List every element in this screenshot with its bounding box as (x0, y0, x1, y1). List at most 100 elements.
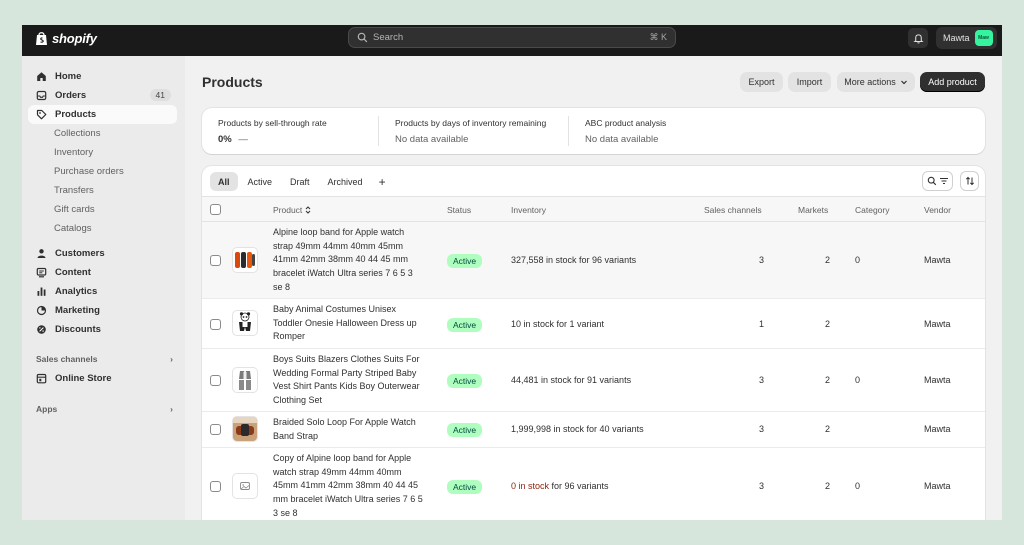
sales-channels-count: 1 (758, 319, 764, 329)
page-title: Products (202, 74, 263, 90)
product-name-link[interactable]: Braided Solo Loop For Apple Watch Band S… (273, 416, 423, 443)
search-bar[interactable]: Search ⌘ K (348, 27, 676, 48)
sales-channels-count: 3 (758, 375, 764, 385)
sidebar-item-products[interactable]: Products (28, 105, 177, 124)
table-row[interactable]: Copy of Alpine loop band for Apple watch… (202, 448, 985, 520)
export-button[interactable]: Export (740, 72, 783, 92)
divider (568, 116, 569, 146)
status-badge: Active (447, 318, 483, 332)
apps-section[interactable]: Apps › (36, 404, 173, 414)
inventory-main: for 96 variants (549, 481, 609, 491)
boys-suit-image (239, 371, 251, 390)
product-thumbnail (232, 247, 258, 273)
inventory-text: 0 in stock for 96 variants (511, 481, 609, 491)
sidebar-subitem-purchase-orders[interactable]: Purchase orders (54, 162, 124, 181)
sidebar-item-marketing[interactable]: Marketing (28, 301, 177, 320)
sidebar-item-orders[interactable]: Orders 41 (28, 86, 177, 105)
divider (378, 116, 379, 146)
search-filter-button[interactable] (922, 171, 953, 191)
sales-channels-count: 3 (758, 255, 764, 265)
product-name-link[interactable]: Baby Animal Costumes Unisex Toddler Ones… (273, 303, 423, 344)
inventory-main: 44,481 in stock for 91 variants (511, 375, 632, 385)
tab-all[interactable]: All (210, 172, 238, 191)
marketing-icon (36, 305, 47, 316)
metric-sell-through[interactable]: Products by sell-through rate 0% — (218, 118, 327, 145)
add-view-button[interactable]: + (373, 172, 392, 191)
sort-button[interactable] (960, 171, 979, 191)
sidebar-item-online-store[interactable]: Online Store (28, 369, 177, 388)
metric-days-inventory[interactable]: Products by days of inventory remaining … (395, 118, 546, 145)
metric-trend: — (238, 134, 248, 145)
column-header-product[interactable]: Product (273, 205, 312, 215)
tab-draft[interactable]: Draft (282, 172, 318, 191)
select-all-checkbox[interactable] (210, 204, 221, 215)
store-icon (36, 373, 47, 384)
sidebar-subitem-collections[interactable]: Collections (54, 124, 100, 143)
search-placeholder: Search (373, 32, 404, 43)
avatar: Maw (974, 30, 993, 46)
table-row[interactable]: Baby Animal Costumes Unisex Toddler Ones… (202, 299, 985, 349)
add-product-button[interactable]: Add product (920, 72, 985, 92)
import-button[interactable]: Import (788, 72, 831, 92)
inventory-main: 10 in stock for 1 variant (511, 319, 605, 329)
user-menu-button[interactable]: Mawta Maw (936, 27, 997, 49)
sidebar-subitem-gift-cards[interactable]: Gift cards (54, 200, 95, 219)
sidebar-subitem-transfers[interactable]: Transfers (54, 181, 94, 200)
vendor-value: Mawta (924, 255, 951, 265)
more-actions-label: More actions (844, 77, 896, 87)
markets-count: 2 (824, 424, 830, 434)
status-badge: Active (447, 254, 483, 268)
sidebar: Home Orders 41 Products Collections Inve… (22, 56, 185, 520)
analytics-bar: Products by sell-through rate 0% — Produ… (202, 108, 985, 154)
sidebar-item-analytics[interactable]: Analytics (28, 282, 177, 301)
sales-channels-section[interactable]: Sales channels › (36, 354, 173, 364)
sidebar-item-content[interactable]: Content (28, 263, 177, 282)
row-checkbox[interactable] (210, 481, 221, 492)
sidebar-subitem-catalogs[interactable]: Catalogs (54, 219, 92, 238)
bell-icon (912, 33, 924, 43)
product-name-link[interactable]: Copy of Alpine loop band for Apple watch… (273, 452, 423, 520)
metric-label: Products by days of inventory remaining (395, 118, 547, 128)
sidebar-item-customers[interactable]: Customers (28, 244, 177, 263)
sales-channels-count: 3 (758, 481, 764, 491)
chevron-right-icon: › (170, 354, 173, 364)
row-checkbox[interactable] (210, 255, 221, 266)
product-name-link[interactable]: Boys Suits Blazers Clothes Suits For Wed… (273, 353, 423, 408)
inventory-text: 10 in stock for 1 variant (511, 319, 604, 329)
table-row[interactable]: Braided Solo Loop For Apple Watch Band S… (202, 412, 985, 448)
table-row[interactable]: Boys Suits Blazers Clothes Suits For Wed… (202, 349, 985, 412)
tab-archived[interactable]: Archived (320, 172, 371, 191)
search-shortcut: ⌘ K (649, 32, 667, 42)
chevron-right-icon: › (170, 404, 173, 414)
metric-abc-analysis[interactable]: ABC product analysis No data available (585, 118, 666, 145)
shopify-logo[interactable]: shopify (35, 31, 97, 46)
image-placeholder-icon (240, 482, 250, 490)
notifications-button[interactable] (908, 28, 928, 48)
metric-value: No data available (395, 134, 469, 145)
sidebar-item-label: Home (55, 71, 82, 82)
sidebar-item-discounts[interactable]: Discounts (28, 320, 177, 339)
sidebar-item-home[interactable]: Home (28, 67, 177, 86)
orders-count-badge: 41 (149, 89, 171, 101)
status-badge: Active (447, 374, 483, 388)
inventory-text: 327,558 in stock for 96 variants (511, 255, 636, 265)
status-badge: Active (447, 423, 483, 437)
sidebar-subitem-inventory[interactable]: Inventory (54, 143, 93, 162)
brand-name: shopify (52, 31, 97, 46)
braided-loop-image (233, 417, 257, 441)
row-checkbox[interactable] (210, 319, 221, 330)
product-thumbnail (232, 416, 258, 442)
table-row[interactable]: Alpine loop band for Apple watch strap 4… (202, 222, 985, 299)
search-icon (357, 32, 368, 43)
metric-value: 0% — (218, 134, 327, 145)
sidebar-item-label: Discounts (55, 324, 101, 335)
more-actions-button[interactable]: More actions (837, 72, 915, 92)
row-checkbox[interactable] (210, 424, 221, 435)
product-thumbnail (232, 367, 258, 393)
product-name-link[interactable]: Alpine loop band for Apple watch strap 4… (273, 226, 423, 295)
tab-active[interactable]: Active (240, 172, 281, 191)
product-thumbnail (232, 473, 258, 499)
product-thumbnail (232, 310, 258, 336)
row-checkbox[interactable] (210, 375, 221, 386)
content-icon (36, 267, 47, 278)
